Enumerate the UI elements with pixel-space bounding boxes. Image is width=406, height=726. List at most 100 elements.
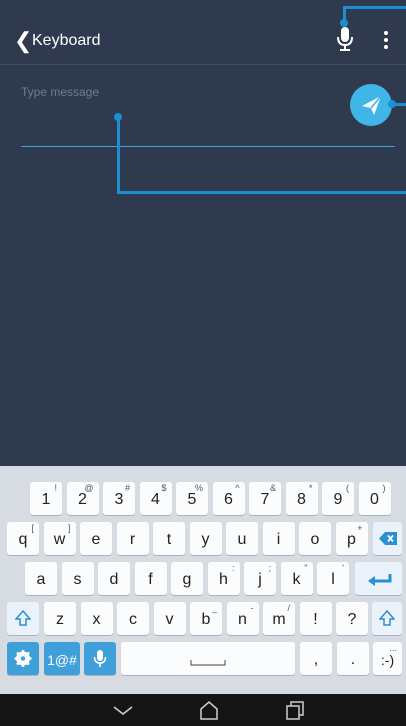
back-nav-icon[interactable] <box>112 704 134 718</box>
emoticon-key[interactable]: :-) ... <box>373 642 402 675</box>
key-2-5[interactable]: h: <box>207 562 240 595</box>
key-2-4[interactable]: g <box>171 562 203 595</box>
key-0-5[interactable]: 6 ^ <box>212 482 245 515</box>
key-hint: ) <box>382 483 386 493</box>
key-3-0[interactable]: z <box>44 602 76 635</box>
key-label: c <box>129 611 137 628</box>
key-hint: ^ <box>235 483 240 493</box>
key-3-1[interactable]: x <box>80 602 113 635</box>
key-label: k <box>292 571 301 588</box>
key-2-1[interactable]: s <box>61 562 94 595</box>
period-key[interactable]: . <box>337 642 369 675</box>
on-screen-keyboard: 1! 2 @3 #4 $5% 6 ^ 7 & 8 * 9(0) q[w] e r t y u i o p + a s d f g h:… <box>0 466 406 694</box>
key-3-7[interactable]: ! <box>299 602 332 635</box>
backspace-icon <box>378 532 397 545</box>
home-icon[interactable] <box>198 699 220 721</box>
key-label: z <box>56 611 64 628</box>
key-label: 4 <box>151 491 160 508</box>
key-label: 3 <box>114 491 124 508</box>
page-title: Keyboard <box>32 32 101 49</box>
emoticon-label: :-) <box>380 652 395 668</box>
key-label: 8 <box>297 491 306 508</box>
key-1-4[interactable]: t <box>153 522 185 555</box>
key-1-9[interactable]: p + <box>335 522 368 555</box>
shift-key-right[interactable] <box>372 602 402 635</box>
key-0-0[interactable]: 1! <box>30 482 62 515</box>
key-3-5[interactable]: n- <box>226 602 259 635</box>
microphone-icon[interactable] <box>336 26 354 52</box>
key-2-7[interactable]: k " <box>280 562 313 595</box>
key-hint: * <box>308 483 313 493</box>
key-label: 5 <box>187 491 197 508</box>
key-label: q <box>18 531 28 548</box>
key-0-7[interactable]: 8 * <box>285 482 318 515</box>
key-0-3[interactable]: 4 $ <box>139 482 172 515</box>
key-hint: " <box>304 563 308 573</box>
callout-mic-horizontal <box>343 6 406 9</box>
screen: ❮ Keyboard Type message 1! 2 @3 #4 $5% 6 ^ <box>0 0 406 726</box>
key-1-7[interactable]: i <box>262 522 295 555</box>
key-0-2[interactable]: 3 # <box>103 482 135 515</box>
key-3-8[interactable]: ? <box>336 602 368 635</box>
backspace-key[interactable] <box>373 522 402 555</box>
key-label: t <box>166 531 172 548</box>
key-label: h <box>219 571 228 588</box>
key-3-2[interactable]: c <box>117 602 149 635</box>
key-hint: / <box>287 603 290 613</box>
recent-apps-icon[interactable] <box>285 699 305 721</box>
key-2-6[interactable]: j; <box>244 562 276 595</box>
message-input[interactable]: Type message <box>21 85 99 99</box>
callout-input-horizontal <box>117 191 406 194</box>
key-hint: ( <box>346 483 349 493</box>
back-icon[interactable]: ❮ <box>14 30 32 52</box>
key-2-0[interactable]: a <box>25 562 57 595</box>
key-label: n <box>238 611 247 628</box>
key-label: r <box>129 531 136 548</box>
key-label: p <box>347 531 356 548</box>
key-label: b <box>201 611 211 628</box>
key-hint: ' <box>342 563 344 573</box>
key-1-5[interactable]: y <box>189 522 222 555</box>
key-3-4[interactable]: b _ <box>190 602 222 635</box>
send-button[interactable] <box>350 84 392 126</box>
key-1-3[interactable]: r <box>116 522 149 555</box>
key-2-8[interactable]: l ' <box>317 562 349 595</box>
key-hint: & <box>269 483 276 493</box>
comma-key[interactable]: , <box>300 642 332 675</box>
key-0-4[interactable]: 5% <box>176 482 208 515</box>
space-bar[interactable] <box>121 642 295 675</box>
key-1-0[interactable]: q[ <box>7 522 39 555</box>
key-0-1[interactable]: 2 @ <box>66 482 99 515</box>
symbols-key[interactable]: 1@# <box>44 642 80 675</box>
key-1-2[interactable]: e <box>80 522 112 555</box>
message-input-underline <box>21 146 395 147</box>
key-1-1[interactable]: w] <box>43 522 76 555</box>
microphone-icon <box>93 650 107 667</box>
shift-key-left[interactable] <box>7 602 39 635</box>
enter-key[interactable] <box>355 562 402 595</box>
key-hint: _ <box>211 603 217 613</box>
key-label: ? <box>347 611 357 628</box>
key-3-6[interactable]: m / <box>263 602 295 635</box>
key-2-2[interactable]: d <box>98 562 130 595</box>
key-2-3[interactable]: f <box>134 562 167 595</box>
gear-icon <box>14 650 32 667</box>
key-1-8[interactable]: o <box>299 522 331 555</box>
key-label: 6 <box>224 491 233 508</box>
key-label: v <box>165 611 174 628</box>
more-options-icon[interactable] <box>384 31 388 49</box>
key-label: i <box>276 531 281 548</box>
key-0-9[interactable]: 0) <box>358 482 391 515</box>
key-1-6[interactable]: u <box>226 522 258 555</box>
key-0-8[interactable]: 9( <box>322 482 354 515</box>
key-hint: # <box>124 483 130 493</box>
key-hint: + <box>357 523 363 533</box>
key-3-3[interactable]: v <box>153 602 186 635</box>
settings-key[interactable] <box>7 642 39 675</box>
key-label: l <box>331 571 335 588</box>
voice-input-key[interactable] <box>84 642 116 675</box>
key-hint: @ <box>84 483 94 493</box>
key-label: u <box>237 531 247 548</box>
callout-input-vertical <box>117 118 120 194</box>
key-0-6[interactable]: 7 & <box>249 482 281 515</box>
